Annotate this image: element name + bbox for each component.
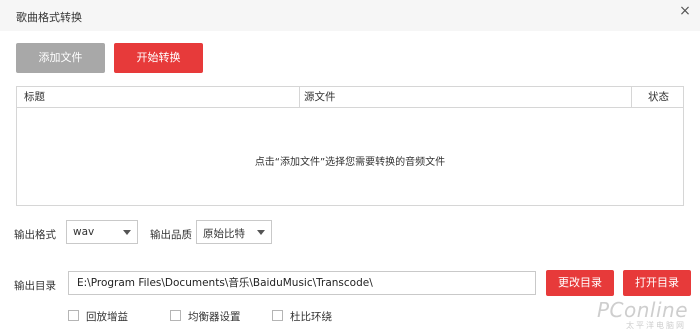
- watermark-tagline: 太平洋电脑网: [626, 321, 686, 330]
- dolby-surround-label: 杜比环绕: [290, 311, 332, 323]
- dolby-surround-checkbox[interactable]: [272, 310, 283, 321]
- output-format-value: wav: [73, 226, 95, 238]
- replay-gain-option[interactable]: 回放增益: [68, 309, 148, 323]
- file-table[interactable]: 标题 源文件 状态 点击“添加文件”选择您需要转换的音频文件: [16, 86, 684, 206]
- start-convert-button[interactable]: 开始转换: [114, 43, 203, 73]
- empty-hint: 点击“添加文件”选择您需要转换的音频文件: [254, 157, 446, 168]
- output-format-label: 输出格式: [14, 229, 56, 241]
- column-divider[interactable]: [299, 87, 300, 107]
- column-header-source[interactable]: 源文件: [304, 87, 336, 107]
- output-dir-field[interactable]: E:\Program Files\Documents\音乐\BaiduMusic…: [68, 271, 536, 295]
- title-bar: 歌曲格式转换 ×: [0, 0, 700, 31]
- output-quality-label: 输出品质: [150, 229, 192, 241]
- equalizer-option[interactable]: 均衡器设置: [170, 309, 260, 323]
- output-dir-label: 输出目录: [14, 280, 56, 292]
- column-header-status[interactable]: 状态: [648, 87, 669, 107]
- column-header-title[interactable]: 标题: [24, 87, 45, 107]
- replay-gain-checkbox[interactable]: [68, 310, 79, 321]
- equalizer-label: 均衡器设置: [188, 311, 241, 323]
- replay-gain-label: 回放增益: [86, 311, 128, 323]
- dolby-surround-option[interactable]: 杜比环绕: [272, 309, 352, 323]
- equalizer-checkbox[interactable]: [170, 310, 181, 321]
- change-dir-button[interactable]: 更改目录: [546, 270, 614, 296]
- window-title: 歌曲格式转换: [16, 11, 82, 24]
- table-header: 标题 源文件 状态: [17, 87, 683, 108]
- chevron-down-icon: [257, 230, 265, 235]
- watermark-brand: PConline: [596, 298, 688, 322]
- pconline-watermark-logo: PConline 太平洋电脑网: [596, 298, 688, 330]
- add-file-button[interactable]: 添加文件: [16, 43, 105, 73]
- output-quality-value: 原始比特: [203, 228, 245, 240]
- output-format-select[interactable]: wav: [66, 220, 138, 244]
- chevron-down-icon: [123, 230, 131, 235]
- column-divider[interactable]: [631, 87, 632, 107]
- output-quality-select[interactable]: 原始比特: [196, 220, 272, 244]
- open-dir-button[interactable]: 打开目录: [623, 270, 691, 296]
- close-icon[interactable]: ×: [674, 0, 696, 22]
